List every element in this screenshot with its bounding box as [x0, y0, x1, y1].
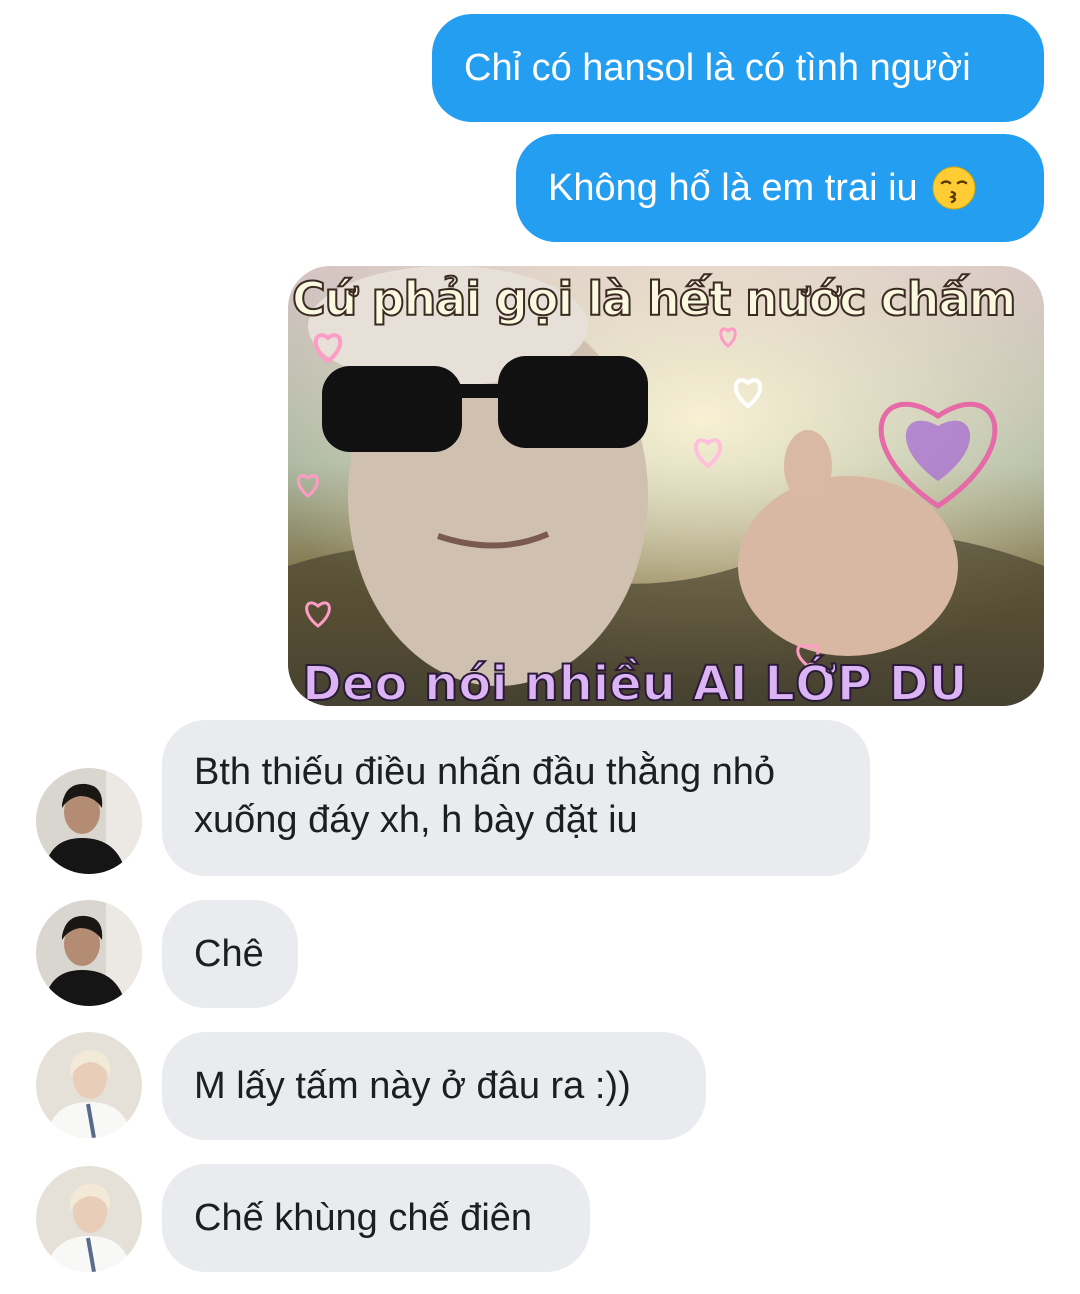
- message-text: Không hổ là em trai iu: [548, 167, 918, 209]
- incoming-message[interactable]: Chê: [162, 900, 298, 1008]
- message-text: Chê: [194, 933, 264, 975]
- outgoing-message[interactable]: Chỉ có hansol là có tình người: [432, 14, 1044, 122]
- incoming-message[interactable]: M lấy tấm này ở đâu ra :)): [162, 1032, 706, 1140]
- sticker-top-caption: Cứ phải gọi là hết nước chấm: [291, 271, 1017, 327]
- sender-avatar[interactable]: [36, 1032, 142, 1138]
- outgoing-message[interactable]: Không hổ là em trai iu: [516, 134, 1044, 242]
- sender-avatar[interactable]: [36, 1166, 142, 1272]
- message-text: M lấy tấm này ở đâu ra :)): [194, 1065, 631, 1107]
- meme-illustration: [288, 266, 1044, 706]
- message-text: Bth thiếu điều nhấn đầu thằng nhỏ xuống …: [194, 751, 776, 841]
- incoming-message[interactable]: Bth thiếu điều nhấn đầu thằng nhỏ xuống …: [162, 720, 870, 876]
- message-text: Chế khùng chế điên: [194, 1197, 533, 1239]
- dark-hair-avatar-icon: [36, 768, 142, 874]
- meme-sticker-image[interactable]: Cứ phải gọi là hết nước chấm Deo nói nhi…: [288, 266, 1044, 706]
- sender-avatar[interactable]: [36, 900, 142, 1006]
- incoming-message[interactable]: Chế khùng chế điên: [162, 1164, 590, 1272]
- sender-avatar[interactable]: [36, 768, 142, 874]
- kissing-face-icon: [932, 166, 976, 210]
- dark-hair-avatar-icon: [36, 900, 142, 1006]
- blonde-hair-avatar-icon: [36, 1032, 142, 1138]
- message-text: Chỉ có hansol là có tình người: [464, 47, 971, 89]
- sticker-bottom-caption: Deo nói nhiều AI LỚP DU: [301, 655, 969, 706]
- blonde-hair-avatar-icon: [36, 1166, 142, 1272]
